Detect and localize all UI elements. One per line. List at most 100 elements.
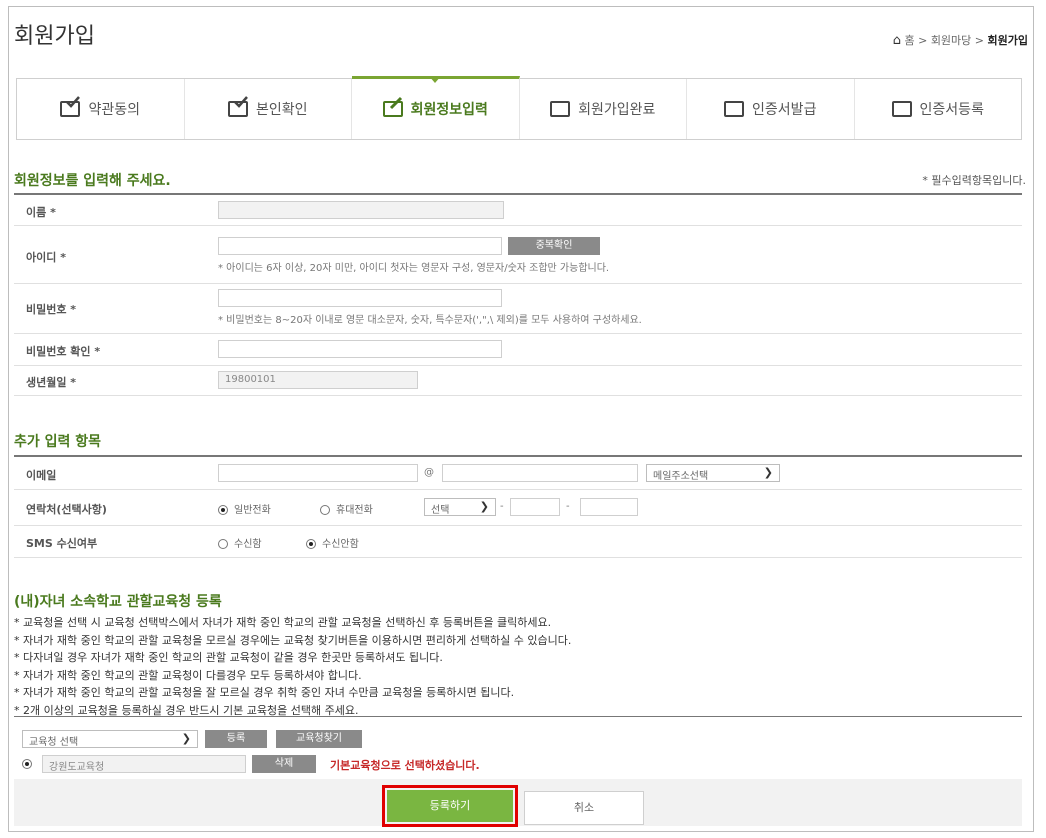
password-confirm-input[interactable]	[218, 340, 502, 358]
step-member-info: 회원정보입력	[352, 76, 520, 139]
email-select-value: 메일주소선택	[653, 471, 709, 482]
office-register-button[interactable]: 등록	[205, 730, 267, 748]
id-help: * 아이디는 6자 이상, 20자 미만, 아이디 첫자는 영문자 구성, 영문…	[218, 263, 610, 274]
sms-row: SMS 수신여부 수신함 수신안함	[14, 525, 1022, 558]
name-label: 이름 *	[26, 206, 56, 219]
cancel-button[interactable]: 취소	[524, 791, 644, 825]
password-label: 비밀번호 *	[26, 303, 77, 316]
id-check-button[interactable]: 중복확인	[508, 237, 600, 255]
chevron-down-icon: ❯	[479, 500, 489, 513]
school-title: (내)자녀 소속학교 관할교육청 등록	[14, 594, 222, 610]
radio-icon	[218, 539, 228, 549]
step-label: 약관동의	[88, 102, 141, 118]
phone-label: 연락처(선택사항)	[26, 503, 107, 516]
radio-label: 휴대전화	[336, 505, 373, 516]
submit-highlight: 등록하기	[382, 785, 518, 827]
chevron-down-icon: ❯	[181, 732, 191, 745]
office-delete-button[interactable]: 삭제	[252, 755, 316, 773]
note-line: * 자녀가 재학 중인 학교의 관할 교육청을 잘 모르실 경우 취학 중인 자…	[14, 686, 515, 699]
edit-doc-icon	[382, 96, 403, 117]
note-line: * 자녀가 재학 중인 학교의 관할 교육청이 다를경우 모두 등록하셔야 합니…	[14, 668, 362, 682]
radio-label: 수신함	[234, 539, 262, 550]
home-icon[interactable]: ⌂	[893, 33, 901, 48]
sms-radio-no[interactable]: 수신안함	[306, 535, 359, 550]
radio-selected-icon	[22, 759, 32, 769]
signup-steps: 약관동의 본인확인 회원정보입력 회원가입완료 인증서발급 인증서등록	[16, 76, 1022, 140]
radio-label: 일반전화	[234, 505, 271, 516]
password-row: 비밀번호 * * 비밀번호는 8~20자 이내로 영문 대소문자, 숫자, 특수…	[14, 283, 1022, 334]
check-doc-icon	[227, 96, 248, 117]
step-label: 인증서등록	[919, 102, 984, 118]
dash: -	[566, 501, 570, 512]
email-at: @	[424, 467, 434, 478]
breadcrumb-sep: >	[974, 34, 985, 47]
footer-bar	[14, 779, 1022, 826]
submit-button[interactable]: 등록하기	[387, 790, 513, 822]
office-select-value: 교육청 선택	[29, 737, 79, 748]
office-find-button[interactable]: 교육청찾기	[276, 730, 362, 748]
radio-icon	[320, 505, 330, 515]
step-identity: 본인확인	[185, 79, 352, 139]
phone-prefix-value: 선택	[431, 505, 450, 516]
monitor-user-icon	[550, 101, 571, 117]
office-value: 강원도교육청	[42, 755, 246, 773]
school-notes: * 교육청을 선택 시 교육청 선택박스에서 자녀가 재학 중인 학교의 관할 …	[14, 614, 571, 719]
step-label: 회원가입완료	[578, 102, 656, 118]
birth-row: 생년월일 * 19800101	[14, 365, 1022, 396]
email-id-input[interactable]	[218, 464, 418, 482]
phone-prefix-select[interactable]: 선택 ❯	[424, 498, 496, 516]
id-row: 아이디 * 중복확인 * 아이디는 6자 이상, 20자 미만, 아이디 첫자는…	[14, 225, 1022, 284]
sms-radio-yes[interactable]: 수신함	[218, 535, 262, 550]
breadcrumb-home[interactable]: 홈	[904, 34, 914, 47]
name-input	[218, 201, 504, 219]
required-note: * 필수입력항목입니다.	[922, 174, 1026, 187]
breadcrumb: ⌂ 홈 > 회원마당 > 회원가입	[893, 32, 1028, 48]
birth-input: 19800101	[218, 371, 418, 389]
radio-label: 수신안함	[322, 539, 359, 550]
check-doc-icon	[60, 96, 81, 117]
password-input[interactable]	[218, 289, 502, 307]
sms-label: SMS 수신여부	[26, 537, 98, 550]
certificate-icon	[724, 101, 745, 117]
dash: -	[500, 501, 504, 512]
office-select[interactable]: 교육청 선택 ❯	[22, 730, 198, 748]
birth-label: 생년월일 *	[26, 376, 77, 389]
phone-last-input[interactable]	[580, 498, 638, 516]
note-line: * 자녀가 재학 중인 학교의 관할 교육청을 모르실 경우에는 교육청 찾기버…	[14, 633, 572, 647]
note-line: * 교육청을 선택 시 교육청 선택박스에서 자녀가 재학 중인 학교의 관할 …	[14, 616, 552, 629]
email-domain-input[interactable]	[442, 464, 638, 482]
phone-row: 연락처(선택사항) 일반전화 휴대전화 선택 ❯ - -	[14, 489, 1022, 526]
default-office-note: 기본교육청으로 선택하셨습니다.	[330, 759, 480, 772]
section-rule	[14, 716, 1022, 717]
email-domain-select[interactable]: 메일주소선택 ❯	[646, 464, 780, 482]
step-cert-issue: 인증서발급	[687, 79, 855, 139]
step-cert-register: 인증서등록	[855, 79, 1022, 139]
breadcrumb-sep: >	[918, 34, 928, 47]
step-label: 본인확인	[255, 102, 308, 118]
extra-title: 추가 입력 항목	[14, 434, 102, 450]
radio-selected-icon	[218, 505, 228, 515]
step-label: 회원정보입력	[410, 102, 488, 118]
phone-radio-mobile[interactable]: 휴대전화	[320, 501, 373, 516]
member-info-title: 회원정보를 입력해 주세요.	[14, 173, 171, 189]
password-confirm-row: 비밀번호 확인 *	[14, 333, 1022, 366]
password-help: * 비밀번호는 8~20자 이내로 영문 대소문자, 숫자, 특수문자(',",…	[218, 315, 642, 326]
email-label: 이메일	[26, 469, 57, 482]
step-terms: 약관동의	[17, 79, 185, 139]
radio-selected-icon	[306, 539, 316, 549]
breadcrumb-parent[interactable]: 회원마당	[931, 34, 971, 47]
step-complete: 회원가입완료	[520, 79, 687, 139]
password-confirm-label: 비밀번호 확인 *	[26, 345, 101, 358]
step-label: 인증서발급	[752, 102, 817, 118]
id-label: 아이디 *	[26, 251, 66, 264]
phone-middle-input[interactable]	[510, 498, 560, 516]
name-row: 이름 *	[14, 195, 1022, 226]
office-default-radio[interactable]	[22, 759, 38, 770]
breadcrumb-current: 회원가입	[987, 34, 1028, 47]
page-title: 회원가입	[14, 24, 95, 49]
chevron-down-icon: ❯	[763, 466, 773, 479]
note-line: * 다자녀일 경우 자녀가 재학 중인 학교의 관할 교육청이 같을 경우 한곳…	[14, 651, 443, 664]
phone-radio-landline[interactable]: 일반전화	[218, 501, 271, 516]
id-input[interactable]	[218, 237, 502, 255]
email-row: 이메일 @ 메일주소선택 ❯	[14, 457, 1022, 490]
